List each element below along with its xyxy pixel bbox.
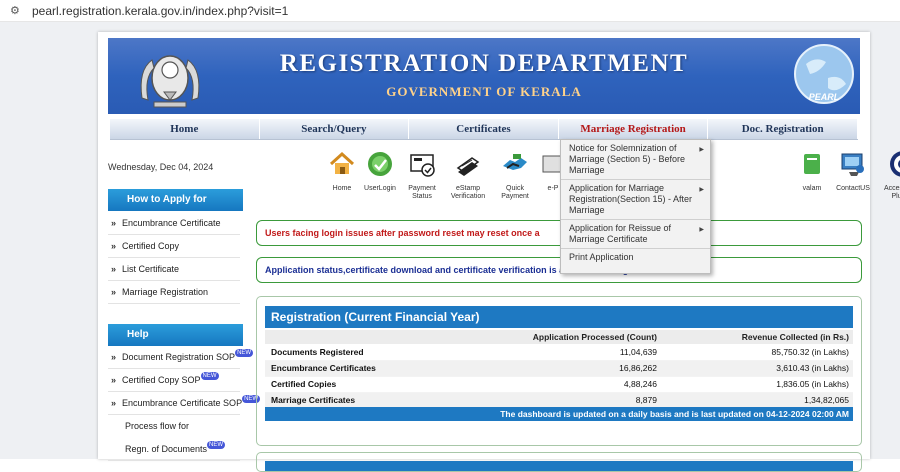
submenu-arrow-icon: ▶ [699,147,704,153]
url-text[interactable]: pearl.registration.kerala.gov.in/index.p… [32,4,288,18]
valam-icon [804,154,820,174]
government-subtitle: GOVERNMENT OF KERALA [386,84,582,99]
next-panel [256,452,862,472]
new-badge-icon: NEW [235,349,254,357]
help-list: » Document Registration SOP NEW » Certified… [108,346,261,461]
new-badge-icon: NEW [200,372,219,380]
list-item[interactable]: » Encumbrance Certificate SOP NEW [108,392,261,415]
accessibility-icon [890,151,900,177]
table-cell: 85,750.32 (in Lakhs) [663,344,853,361]
table-cell: 16,86,262 [447,360,663,377]
table-cell: 8,879 [447,392,663,409]
menu-item-notice-solemnization[interactable]: Notice for Solemnization of Marriage (Se… [561,140,710,180]
payment-status-icon [410,154,435,177]
how-to-apply-heading: How to Apply for [108,189,243,211]
menu-item-marriage-registration[interactable]: Application for Marriage Registration(Se… [561,180,710,220]
double-arrow-icon: » [111,352,117,362]
quick-link-label: Accessibility Plugins [883,185,900,200]
estamp-icon [456,157,480,176]
site-page: REGISTRATION DEPARTMENT GOVERNMENT OF KE… [98,32,900,472]
submenu-arrow-icon: ▶ [699,187,704,193]
list-item[interactable]: » List Certificate [108,258,240,281]
table-cell: Marriage Certificates [265,392,447,409]
main-navigation: Home Search/Query Certificates Marriage … [110,119,858,140]
dashboard-update-note: The dashboard is updated on a daily basi… [265,407,853,421]
marriage-registration-dropdown: Notice for Solemnization of Marriage (Se… [560,139,711,274]
column-header: Application Processed (Count) [447,330,663,345]
new-badge-icon: NEW [207,441,226,449]
table-cell: Documents Registered [265,344,447,361]
double-arrow-icon: » [111,375,117,385]
list-item[interactable]: Regn. of Documents NEW [108,438,240,461]
double-arrow-icon: » [111,287,117,297]
table-cell: 4,88,246 [447,376,663,393]
quick-link-payment-status[interactable]: Payment Status [400,150,444,201]
nav-certificates[interactable]: Certificates [409,119,559,139]
house-icon [329,151,355,174]
column-header [265,330,447,345]
menu-item-print-application[interactable]: Print Application [561,249,710,266]
table-cell: 1,34,82,065 [663,392,853,409]
quick-payment-icon [503,154,527,170]
quick-link-estamp[interactable]: eStamp Verification [446,150,490,201]
table-cell: 11,04,639 [447,344,663,361]
table-cell: 3,610.43 (in Lakhs) [663,360,853,377]
svg-text:PEARL: PEARL [809,92,840,102]
contact-icon [841,153,864,176]
list-item[interactable]: » Document Registration SOP NEW [108,346,254,369]
quick-link-valam[interactable]: valam [790,150,834,193]
quick-link-contactus[interactable]: ContactUS [831,150,875,193]
application-status-notice[interactable]: Application status,certificate download … [256,257,862,283]
table-row: Certified Copies 4,88,246 1,836.05 (in L… [265,376,853,393]
registration-stats-table: Application Processed (Count) Revenue Co… [265,330,853,409]
registration-stats-panel: Registration (Current Financial Year) Ap… [256,296,862,446]
quick-link-label: valam [802,185,822,192]
list-item[interactable]: » Marriage Registration [108,281,240,304]
table-cell: Certified Copies [265,376,447,393]
pearl-globe-logo: PEARL [794,44,854,104]
table-row: Documents Registered 11,04,639 85,750.32… [265,344,853,361]
quick-link-label: eStamp Verification [450,185,486,200]
column-header: Revenue Collected (in Rs.) [663,330,853,345]
help-heading: Help [108,324,243,346]
login-issue-notice[interactable]: Users facing login issues after password… [256,220,862,246]
site-banner: REGISTRATION DEPARTMENT GOVERNMENT OF KE… [108,38,860,114]
nav-search-query[interactable]: Search/Query [260,119,410,139]
nav-home[interactable]: Home [110,119,260,139]
submenu-arrow-icon: ▶ [699,227,704,233]
double-arrow-icon: » [111,264,117,274]
double-arrow-icon: » [111,398,117,408]
quick-link-accessibility[interactable]: Accessibility Plugins [881,150,900,201]
site-settings-icon[interactable]: ⚙ [10,4,24,17]
quick-link-label: UserLogin [364,185,396,192]
department-title: REGISTRATION DEPARTMENT [279,50,689,77]
nav-marriage-registration[interactable]: Marriage Registration [559,119,709,139]
registration-stats-title: Registration (Current Financial Year) [265,306,853,328]
list-item[interactable]: » Certified Copy [108,235,240,258]
double-arrow-icon: » [111,241,117,251]
quick-link-userlogin[interactable]: UserLogin [358,150,402,193]
list-item[interactable]: » Certified Copy SOP NEW [108,369,240,392]
table-row: Encumbrance Certificates 16,86,262 3,610… [265,360,853,377]
table-cell: 1,836.05 (in Lakhs) [663,376,853,393]
next-panel-header [265,461,853,471]
nav-doc-registration[interactable]: Doc. Registration [708,119,858,139]
table-cell: Encumbrance Certificates [265,360,447,377]
menu-item-reissue-certificate[interactable]: Application for Reissue of Marriage Cert… [561,220,710,249]
list-item[interactable]: » Encumbrance Certificate [108,212,240,235]
table-row: Marriage Certificates 8,879 1,34,82,065 [265,392,853,409]
how-to-apply-list: » Encumbrance Certificate » Certified Copy… [108,212,240,304]
quick-link-label: Payment Status [408,185,436,200]
user-login-icon [368,152,392,176]
double-arrow-icon: » [111,218,117,228]
current-date: Wednesday, Dec 04, 2024 [108,162,214,172]
list-item[interactable]: Process flow for [108,415,240,438]
quick-link-label: ContactUS [836,185,870,192]
browser-address-bar[interactable]: ⚙ pearl.registration.kerala.gov.in/index… [0,0,900,22]
